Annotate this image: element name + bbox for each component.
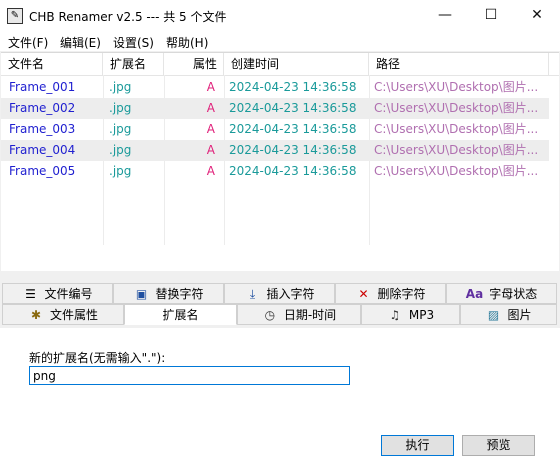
table-row[interactable]: Frame_001 .jpg A 2024-04-23 14:36:58 C:\… [1,77,549,98]
file-ext: .jpg [109,122,132,136]
file-attr: A [206,143,215,157]
tab-delete-chars[interactable]: ✕ 删除字符 [335,283,446,304]
close-button[interactable]: ✕ [514,0,560,31]
tab-file-attributes[interactable]: ✱ 文件属性 [2,304,124,325]
file-path: C:\Users\XU\Desktop\图片... [374,143,539,157]
tab-date-time[interactable]: ◷ 日期-时间 [237,304,361,325]
file-ext: .jpg [109,80,132,94]
new-extension-label: 新的扩展名(无需输入"."): [29,351,166,365]
tab-label: 删除字符 [377,287,426,301]
menu-bar: 文件(F) 编辑(E) 设置(S) 帮助(H) [0,31,560,51]
tab-label: 文件编号 [44,287,93,301]
file-time: 2024-04-23 14:36:58 [229,80,357,94]
table-row[interactable]: Frame_002 .jpg A 2024-04-23 14:36:58 C:\… [1,98,549,119]
file-path: C:\Users\XU\Desktop\图片... [374,80,539,94]
tab-insert-chars[interactable]: ⤓ 插入字符 [224,283,335,304]
execute-button[interactable]: 执行 [381,435,454,456]
table-row[interactable]: Frame_005 .jpg A 2024-04-23 14:36:58 C:\… [1,161,549,182]
file-path: C:\Users\XU\Desktop\图片... [374,122,539,136]
file-name: Frame_005 [9,164,76,178]
tab-label: 字母状态 [489,287,538,301]
preview-button[interactable]: 预览 [462,435,535,456]
list-header: 文件名 扩展名 属性 创建时间 路径 [1,53,559,76]
maximize-button[interactable]: ☐ [468,0,514,31]
file-attr: A [206,101,215,115]
tab-file-numbering[interactable]: ☰ 文件编号 [2,283,113,304]
file-name: Frame_002 [9,101,76,115]
gear-icon: ✱ [30,308,42,322]
file-path: C:\Users\XU\Desktop\图片... [374,164,539,178]
table-row[interactable]: Frame_004 .jpg A 2024-04-23 14:36:58 C:\… [1,140,549,161]
tab-replace-chars[interactable]: ▣ 替换字符 [113,283,224,304]
file-attr: A [206,80,215,94]
file-time: 2024-04-23 14:36:58 [229,122,357,136]
file-time: 2024-04-23 14:36:58 [229,143,357,157]
file-name: Frame_003 [9,122,76,136]
list-icon: ☰ [25,287,36,301]
file-name: Frame_001 [9,80,76,94]
tab-label: 文件属性 [49,308,98,322]
new-extension-input[interactable] [29,366,350,385]
file-attr: A [206,164,215,178]
window-title: CHB Renamer v2.5 --- 共 5 个文件 [29,10,227,24]
tab-label: 插入字符 [266,287,315,301]
image-icon: ▨ [487,308,500,322]
menu-file[interactable]: 文件(F) [8,34,48,51]
column-header-attr[interactable]: 属性 [164,53,224,75]
column-header-ext[interactable]: 扩展名 [103,53,164,75]
tab-extension[interactable]: 扩展名 [124,304,237,325]
table-row[interactable]: Frame_003 .jpg A 2024-04-23 14:36:58 C:\… [1,119,549,140]
minimize-button[interactable]: — [422,0,468,31]
replace-icon: ▣ [135,287,148,301]
file-name: Frame_004 [9,143,76,157]
tab-label: MP3 [408,308,435,322]
file-list[interactable]: 文件名 扩展名 属性 创建时间 路径 Frame_001 .jpg A 2024… [1,52,559,271]
column-header-name[interactable]: 文件名 [1,53,103,75]
insert-arrow-icon: ⤓ [249,287,256,301]
file-ext: .jpg [109,101,132,115]
tab-label: 替换字符 [155,287,204,301]
delete-x-icon: ✕ [358,287,369,301]
tab-image[interactable]: ▨ 图片 [460,304,557,325]
column-header-path[interactable]: 路径 [369,53,549,75]
tab-letter-case[interactable]: Aa 字母状态 [446,283,557,304]
tab-mp3[interactable]: ♫ MP3 [361,304,460,325]
file-ext: .jpg [109,164,132,178]
menu-settings[interactable]: 设置(S) [113,34,154,51]
column-header-time[interactable]: 创建时间 [224,53,369,75]
tab-label: 图片 [507,308,532,322]
file-path: C:\Users\XU\Desktop\图片... [374,101,539,115]
tab-label: 扩展名 [162,308,199,322]
clock-icon: ◷ [264,308,276,322]
music-file-icon: ♫ [389,308,401,322]
file-attr: A [206,122,215,136]
menu-help[interactable]: 帮助(H) [166,34,208,51]
file-ext: .jpg [109,143,132,157]
title-bar: ✎ CHB Renamer v2.5 --- 共 5 个文件 — ☐ ✕ [0,0,560,31]
file-time: 2024-04-23 14:36:58 [229,164,357,178]
menu-edit[interactable]: 编辑(E) [60,34,101,51]
file-time: 2024-04-23 14:36:58 [229,101,357,115]
tab-label: 日期-时间 [283,308,337,322]
letter-case-icon: Aa [465,287,484,301]
app-icon: ✎ [7,8,23,24]
